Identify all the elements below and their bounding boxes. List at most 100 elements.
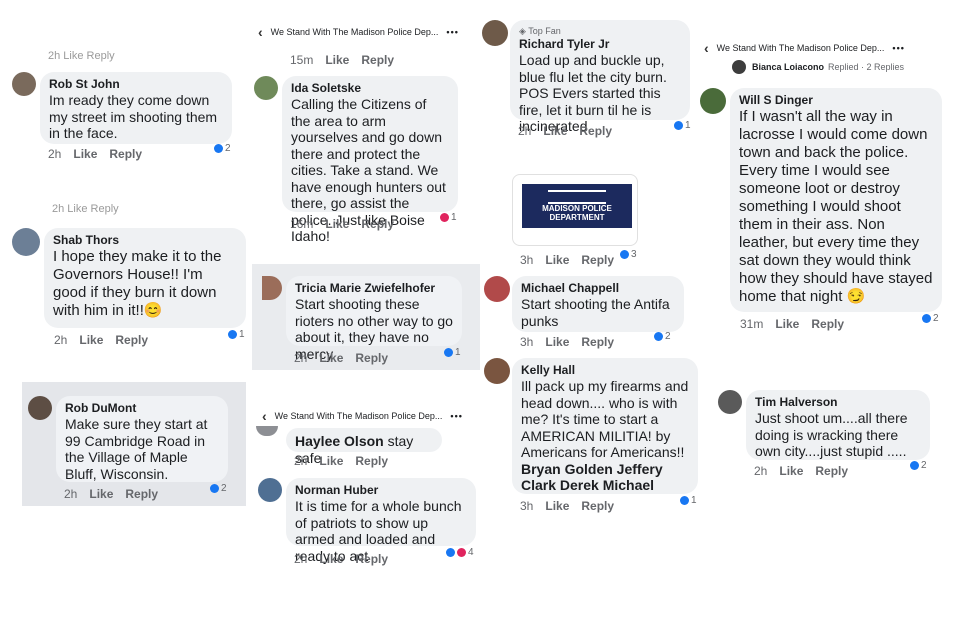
reaction-count[interactable]: 1	[440, 212, 457, 223]
avatar[interactable]	[700, 88, 726, 114]
page-title[interactable]: We Stand With The Madison Police Dep...	[275, 411, 443, 421]
commenter-name[interactable]: Rob St John	[49, 77, 223, 92]
like-button[interactable]: Like	[543, 124, 567, 138]
reply-button[interactable]: Reply	[355, 454, 388, 468]
commenter-name[interactable]: Michael Chappell	[521, 281, 675, 296]
reply-button[interactable]: Reply	[109, 147, 142, 161]
reply-button[interactable]: Reply	[811, 317, 844, 331]
like-button[interactable]: Like	[545, 335, 569, 349]
commenter-name[interactable]: Ida Soletske	[291, 81, 449, 96]
reaction-count[interactable]: 2	[214, 143, 231, 154]
comment-meta: 2h Like Reply	[294, 454, 400, 468]
comment-meta: 2h Like Reply	[54, 333, 160, 347]
reaction-count[interactable]: 2	[922, 313, 939, 324]
comment-text: I hope they make it to the Governors Hou…	[53, 248, 222, 319]
like-button[interactable]: Like	[545, 253, 569, 267]
avatar[interactable]	[28, 396, 52, 420]
reaction-count[interactable]: 1	[444, 347, 461, 358]
replies-count[interactable]: Replied · 2 Replies	[828, 62, 904, 72]
like-button[interactable]: Like	[79, 333, 103, 347]
like-button[interactable]: Like	[779, 464, 803, 478]
like-button[interactable]: Like	[325, 217, 349, 231]
avatar[interactable]	[482, 20, 508, 46]
comment-meta: 2h Like Reply	[754, 464, 860, 478]
comment-bubble: Rob DuMont Make sure they start at 99 Ca…	[56, 396, 228, 482]
back-chevron-icon[interactable]: ‹	[258, 24, 263, 40]
back-chevron-icon[interactable]: ‹	[704, 40, 709, 56]
avatar[interactable]	[718, 390, 742, 414]
reaction-count[interactable]: 1	[680, 495, 697, 506]
commenter-name[interactable]: Rob DuMont	[65, 401, 219, 416]
reaction-count[interactable]: 4	[446, 547, 474, 558]
page-title[interactable]: We Stand With The Madison Police Dep...	[271, 27, 439, 37]
reaction-count[interactable]: 1	[674, 120, 691, 131]
replied-row[interactable]: Bianca Loiacono Replied · 2 Replies	[732, 60, 904, 74]
comment-meta: 16m Like Reply	[290, 217, 406, 231]
like-button[interactable]: Like	[545, 499, 569, 513]
reaction-count[interactable]: 2	[910, 460, 927, 471]
more-options-icon[interactable]: •••	[892, 43, 904, 53]
avatar[interactable]	[484, 358, 510, 384]
reply-button[interactable]: Reply	[581, 335, 614, 349]
like-button[interactable]: Like	[319, 454, 343, 468]
comment-text: Just shoot um....all there doing is wrac…	[755, 410, 908, 459]
comment-text: Start shooting the Antifa punks	[521, 296, 670, 329]
timestamp: 31m	[740, 317, 764, 331]
avatar[interactable]	[12, 228, 40, 256]
comment-bubble: Will S Dinger If I wasn't all the way in…	[730, 88, 942, 312]
avatar[interactable]	[258, 478, 282, 502]
reply-button[interactable]: Reply	[125, 487, 158, 501]
tagged-names[interactable]: Bryan Golden Jeffery Clark Derek Michael	[521, 461, 689, 494]
reply-button[interactable]: Reply	[361, 217, 394, 231]
like-reaction-icon	[680, 496, 689, 505]
like-reaction-icon	[444, 348, 453, 357]
comment-bubble: Michael Chappell Start shooting the Anti…	[512, 276, 684, 332]
avatar[interactable]	[256, 426, 278, 436]
commenter-name[interactable]: Tricia Marie Zwiefelhofer	[295, 281, 453, 296]
reply-button[interactable]: Reply	[355, 552, 388, 566]
timestamp: 2h	[518, 124, 532, 138]
like-button[interactable]: Like	[775, 317, 799, 331]
reply-button[interactable]: Reply	[815, 464, 848, 478]
comment-bubble: ◈ Top Fan Richard Tyler Jr Load up and b…	[510, 20, 690, 134]
comment-text: Ill pack up my firearms and head down...…	[521, 378, 689, 460]
commenter-name[interactable]: Will S Dinger	[739, 93, 933, 108]
timestamp: 2h	[294, 351, 308, 365]
commenter-name[interactable]: Shab Thors	[53, 233, 237, 248]
commenter-name[interactable]: Haylee Olson	[295, 433, 384, 449]
avatar[interactable]	[12, 72, 36, 96]
like-button[interactable]: Like	[325, 53, 349, 67]
comment-meta: 2h Like Reply	[48, 147, 154, 161]
timestamp: 2h	[294, 552, 308, 566]
replier-name[interactable]: Bianca Loiacono	[752, 62, 824, 72]
reply-button[interactable]: Reply	[579, 124, 612, 138]
reaction-count[interactable]: 3	[620, 249, 637, 260]
like-button[interactable]: Like	[319, 552, 343, 566]
comment-bubble: Haylee Olson stay safe	[286, 428, 442, 466]
like-button[interactable]: Like	[319, 351, 343, 365]
more-options-icon[interactable]: •••	[450, 411, 462, 421]
avatar[interactable]	[254, 76, 278, 100]
commenter-name[interactable]: Tim Halverson	[755, 395, 921, 410]
comment-bubble: Norman Huber It is time for a whole bunc…	[286, 478, 476, 564]
reply-button[interactable]: Reply	[361, 53, 394, 67]
back-chevron-icon[interactable]: ‹	[262, 408, 267, 424]
like-button[interactable]: Like	[73, 147, 97, 161]
commenter-name[interactable]: Norman Huber	[295, 483, 467, 498]
timestamp: 2h	[64, 487, 78, 501]
commenter-name[interactable]: Kelly Hall	[521, 363, 689, 378]
police-image[interactable]: MADISON POLICE DEPARTMENT	[522, 184, 632, 228]
reply-button[interactable]: Reply	[355, 351, 388, 365]
reaction-count[interactable]: 2	[654, 331, 671, 342]
like-button[interactable]: Like	[89, 487, 113, 501]
reaction-count[interactable]: 2	[210, 483, 227, 494]
page-title[interactable]: We Stand With The Madison Police Dep...	[717, 43, 885, 53]
reaction-count[interactable]: 1	[228, 329, 245, 340]
commenter-name[interactable]: Richard Tyler Jr	[519, 37, 681, 52]
more-options-icon[interactable]: •••	[446, 27, 458, 37]
reply-button[interactable]: Reply	[581, 499, 614, 513]
avatar[interactable]	[484, 276, 510, 302]
top-fan-badge: ◈ Top Fan	[519, 26, 561, 36]
reply-button[interactable]: Reply	[581, 253, 614, 267]
reply-button[interactable]: Reply	[115, 333, 148, 347]
